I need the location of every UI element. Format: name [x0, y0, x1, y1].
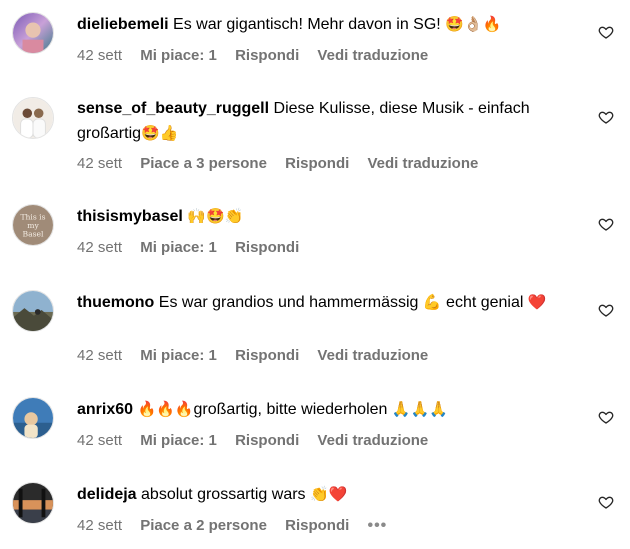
likes-count[interactable]: Mi piace: 1	[140, 432, 217, 449]
comment-body-continued: echt genial	[446, 294, 524, 311]
comment-time[interactable]: 42 sett	[77, 347, 122, 364]
comment-emoji-prefix: 🔥🔥🔥	[137, 400, 194, 418]
see-translation-button[interactable]: Vedi traduzione	[317, 347, 428, 364]
comment-text: thisismybasel 🙌🤩👏	[77, 204, 547, 229]
avatar[interactable]	[12, 97, 54, 139]
avatar[interactable]	[12, 482, 54, 524]
comment-emoji-heart: ❤️	[527, 293, 547, 311]
comment-text: sense_of_beauty_ruggell Diese Kulisse, d…	[77, 97, 547, 146]
heart-outline-icon[interactable]	[598, 109, 614, 125]
avatar[interactable]	[12, 12, 54, 54]
comment-username[interactable]: delideja	[77, 486, 137, 503]
comment-emoji: 🙌🤩👏	[187, 207, 244, 225]
comment-time[interactable]: 42 sett	[77, 432, 122, 449]
heart-outline-icon[interactable]	[598, 216, 614, 232]
likes-count[interactable]: Piace a 3 persone	[140, 155, 267, 172]
comment-meta: 42 sett Piace a 3 persone Rispondi Vedi …	[77, 154, 492, 174]
comment-emoji: 🤩👌🏼🔥	[445, 15, 502, 33]
reply-button[interactable]: Rispondi	[235, 432, 299, 449]
comment-time[interactable]: 42 sett	[77, 517, 122, 534]
comment-username[interactable]: thisismybasel	[77, 208, 183, 225]
svg-text:Basel: Basel	[23, 229, 45, 238]
comment-time[interactable]: 42 sett	[77, 155, 122, 172]
comment-text: anrix60 🔥🔥🔥großartig, bitte wiederholen …	[77, 397, 547, 422]
reply-button[interactable]: Rispondi	[235, 239, 299, 256]
more-options-icon[interactable]: •••	[367, 517, 387, 534]
see-translation-button[interactable]: Vedi traduzione	[367, 155, 478, 172]
comment-body: Es war gigantisch! Mehr davon in SG!	[173, 16, 441, 33]
avatar[interactable]	[12, 397, 54, 439]
heart-outline-icon[interactable]	[598, 302, 614, 318]
see-translation-button[interactable]: Vedi traduzione	[317, 47, 428, 64]
comment-username[interactable]: anrix60	[77, 401, 133, 418]
comment-emoji: 💪	[422, 293, 442, 311]
reply-button[interactable]: Rispondi	[235, 347, 299, 364]
likes-count[interactable]: Mi piace: 1	[140, 47, 217, 64]
comment-username[interactable]: sense_of_beauty_ruggell	[77, 100, 269, 117]
comment-time[interactable]: 42 sett	[77, 47, 122, 64]
comment-meta: 42 sett Mi piace: 1 Rispondi Vedi traduz…	[77, 346, 442, 366]
comment-text: delideja absolut grossartig wars 👏❤️	[77, 482, 547, 507]
avatar[interactable]	[12, 290, 54, 332]
comment-text: dieliebemeli Es war gigantisch! Mehr dav…	[77, 12, 547, 37]
reply-button[interactable]: Rispondi	[285, 155, 349, 172]
comment-body: Es war grandios und hammermässig	[158, 294, 419, 311]
comment-username[interactable]: thuemono	[77, 294, 154, 311]
comment-time[interactable]: 42 sett	[77, 239, 122, 256]
comment-meta: 42 sett Piace a 2 persone Rispondi •••	[77, 516, 387, 536]
likes-count[interactable]: Mi piace: 1	[140, 347, 217, 364]
comment-meta: 42 sett Mi piace: 1 Rispondi	[77, 238, 313, 258]
heart-outline-icon[interactable]	[598, 24, 614, 40]
reply-button[interactable]: Rispondi	[235, 47, 299, 64]
comment-body: großartig, bitte wiederholen	[193, 401, 388, 418]
comment-meta: 42 sett Mi piace: 1 Rispondi Vedi traduz…	[77, 46, 442, 66]
see-translation-button[interactable]: Vedi traduzione	[317, 432, 428, 449]
likes-count[interactable]: Mi piace: 1	[140, 239, 217, 256]
comment-emoji: 🙏🙏🙏	[391, 400, 448, 418]
heart-outline-icon[interactable]	[598, 494, 614, 510]
comment-emoji: 👏❤️	[310, 485, 348, 503]
comment-emoji: 🤩👍	[141, 124, 179, 142]
avatar[interactable]: This is my Basel	[12, 204, 54, 246]
heart-outline-icon[interactable]	[598, 409, 614, 425]
likes-count[interactable]: Piace a 2 persone	[140, 517, 267, 534]
reply-button[interactable]: Rispondi	[285, 517, 349, 534]
comment-text: thuemono Es war grandios und hammermässi…	[77, 290, 547, 315]
comment-username[interactable]: dieliebemeli	[77, 16, 169, 33]
comment-body: absolut grossartig wars	[141, 486, 306, 503]
comment-meta: 42 sett Mi piace: 1 Rispondi Vedi traduz…	[77, 431, 442, 451]
